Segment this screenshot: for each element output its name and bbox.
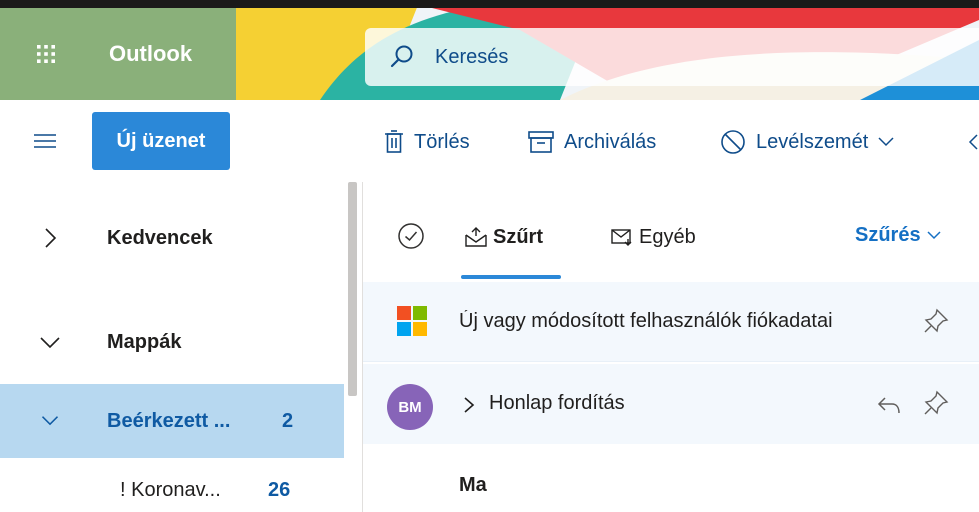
tab-other[interactable]: Egyéb xyxy=(611,224,696,250)
chevron-left-icon xyxy=(968,134,978,150)
app-title[interactable]: Outlook xyxy=(92,8,232,100)
message-subject: Honlap fordítás xyxy=(489,392,625,414)
subfolder-unread-count: 26 xyxy=(268,478,291,501)
delete-button[interactable]: Törlés xyxy=(384,122,470,162)
filter-label: Szűrés xyxy=(855,224,921,246)
archive-box-icon xyxy=(528,131,554,153)
archive-label: Archiválás xyxy=(564,130,657,153)
navigation-toggle-button[interactable] xyxy=(28,124,62,158)
folder-scrollbar-thumb[interactable] xyxy=(348,182,357,396)
message-item[interactable]: BM Honlap fordítás xyxy=(363,364,979,444)
folder-inbox[interactable]: Beérkezett ... 2 xyxy=(0,384,345,458)
junk-dropdown[interactable]: Levélszemét xyxy=(720,122,904,162)
focused-inbox-icon xyxy=(465,227,487,247)
chevron-right-icon[interactable] xyxy=(461,396,477,414)
chevron-down-icon xyxy=(878,137,894,147)
chevron-down-icon xyxy=(927,231,941,240)
check-circle-icon[interactable] xyxy=(397,222,425,250)
filter-dropdown[interactable]: Szűrés xyxy=(855,224,941,247)
subfolder-label: ! Koronav... xyxy=(120,478,221,501)
reply-icon xyxy=(877,397,900,414)
favorites-label: Kedvencek xyxy=(107,226,213,249)
other-inbox-icon xyxy=(611,229,632,246)
message-subject: Új vagy módosított felhasználók fiókadat… xyxy=(459,310,833,332)
hamburger-icon xyxy=(34,134,56,148)
archive-button[interactable]: Archiválás xyxy=(528,122,656,162)
pin-icon[interactable] xyxy=(923,308,949,334)
app-header: Outlook xyxy=(0,0,979,100)
junk-label: Levélszemét xyxy=(756,130,869,153)
command-bar: Új üzenet Törlés Archiválás Levélszemét xyxy=(0,100,979,182)
tab-focused-label: Szűrt xyxy=(493,225,543,248)
inbox-label: Beérkezett ... xyxy=(107,409,231,432)
folder-pane: Kedvencek Mappák Beérkezett ... 2 ! Koro… xyxy=(0,182,362,512)
active-tab-indicator xyxy=(461,275,561,279)
more-commands-button[interactable] xyxy=(968,122,979,162)
chevron-down-icon xyxy=(41,416,59,426)
message-list: Szűrt Egyéb Szűrés Új vagy módosított fe… xyxy=(362,182,979,512)
folder-subfolder[interactable]: ! Koronav... 26 xyxy=(0,466,345,512)
search-box[interactable] xyxy=(365,28,979,86)
app-launcher-button[interactable] xyxy=(0,8,92,100)
folders-group[interactable]: Mappák xyxy=(0,312,345,372)
microsoft-logo-icon xyxy=(397,306,427,336)
inbox-unread-count: 2 xyxy=(282,409,294,432)
top-edge xyxy=(0,0,979,8)
favorites-group[interactable]: Kedvencek xyxy=(0,208,345,268)
delete-label: Törlés xyxy=(414,130,470,153)
tab-focused[interactable]: Szűrt xyxy=(465,224,543,250)
avatar: BM xyxy=(387,384,433,430)
list-pivot-bar: Szűrt Egyéb Szűrés xyxy=(363,182,979,282)
search-input[interactable] xyxy=(435,45,935,69)
app-launcher-icon xyxy=(37,45,55,63)
folders-label: Mappák xyxy=(107,330,182,353)
chevron-right-icon xyxy=(45,228,57,248)
date-section-header: Ma xyxy=(459,474,487,496)
message-item[interactable]: Új vagy módosított felhasználók fiókadat… xyxy=(363,282,979,362)
tab-other-label: Egyéb xyxy=(639,225,696,248)
pin-icon[interactable] xyxy=(923,390,949,416)
chevron-down-icon xyxy=(40,337,60,349)
block-icon xyxy=(721,130,745,154)
search-icon xyxy=(390,45,413,68)
new-message-button[interactable]: Új üzenet xyxy=(92,112,230,170)
trash-icon xyxy=(385,130,403,153)
